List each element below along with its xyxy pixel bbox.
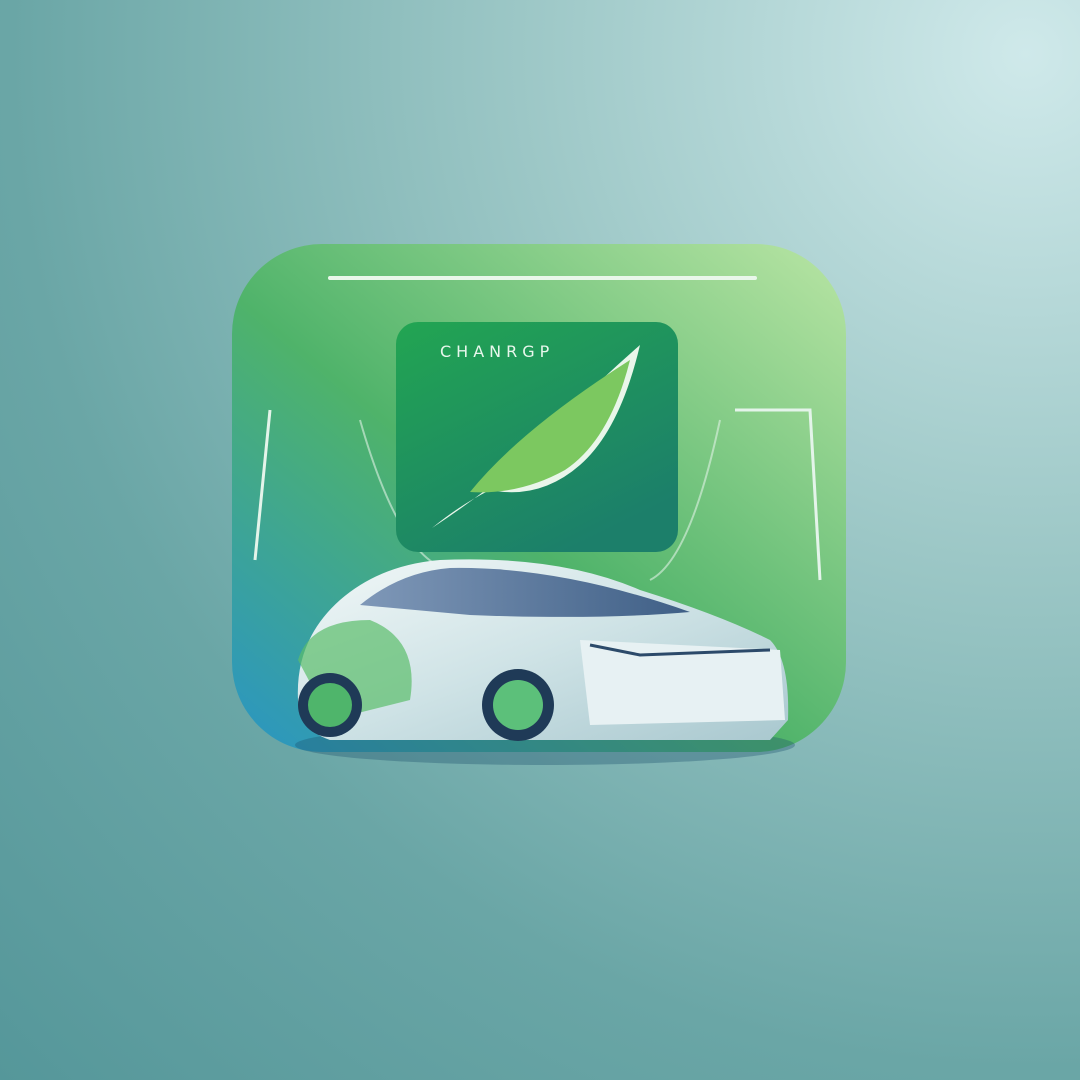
brand-label: CHANRGP xyxy=(440,342,555,361)
app-icon-artwork xyxy=(232,244,846,765)
